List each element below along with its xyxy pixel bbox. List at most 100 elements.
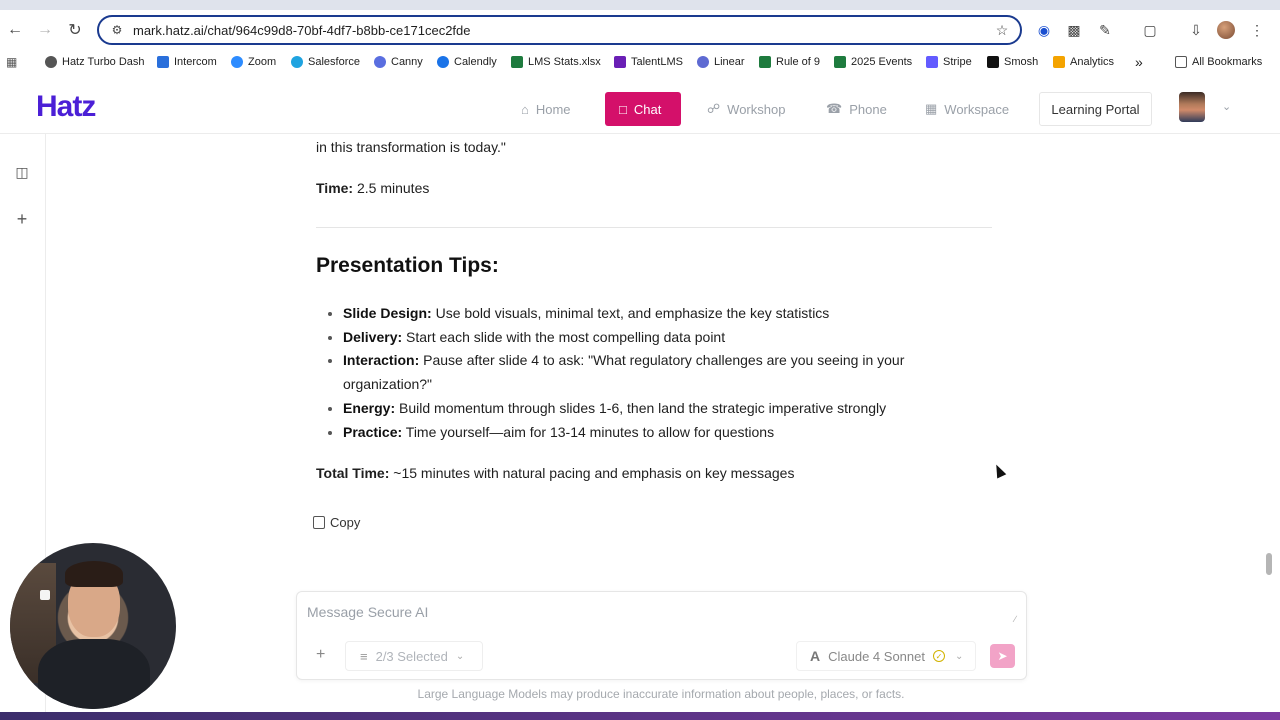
tip-label: Interaction: <box>343 352 420 369</box>
verified-check-icon: ✓ <box>932 650 945 662</box>
anthropic-icon: A <box>810 648 821 664</box>
address-bar-url[interactable]: mark.hatz.ai/chat/964c99d8-70bf-4df7-b8b… <box>133 23 471 38</box>
new-chat-plus-icon[interactable]: + <box>14 209 30 229</box>
list-item: Delivery: Start each slide with the most… <box>316 326 956 350</box>
nav-chat[interactable]: □ Chat <box>605 92 681 126</box>
forward-icon[interactable]: → <box>34 19 56 41</box>
excel-icon <box>511 56 523 68</box>
linear-icon <box>697 56 709 68</box>
browser-menu-icon[interactable]: ⋮ <box>1246 19 1268 41</box>
password-manager-icon[interactable]: ◉ <box>1033 19 1055 41</box>
disclaimer-text: Large Language Models may produce inaccu… <box>417 687 905 701</box>
back-icon[interactable]: ← <box>4 19 26 41</box>
workshop-icon: ☍ <box>707 101 721 116</box>
zoom-icon <box>231 56 243 68</box>
download-icon[interactable]: ⇩ <box>1185 19 1207 41</box>
bookmark-label: Canny <box>391 56 423 68</box>
tip-label: Practice: <box>343 423 403 440</box>
excel-icon <box>834 56 846 68</box>
intercom-icon <box>157 56 169 68</box>
sidebar-toggle-icon[interactable]: ◫ <box>14 164 30 180</box>
bookmark-2025-events[interactable]: 2025 Events <box>834 50 912 74</box>
reload-icon[interactable]: ↻ <box>64 19 86 41</box>
bookmark-smosh[interactable]: Smosh <box>987 50 1038 74</box>
tip-text: Pause after slide 4 to ask: "What regula… <box>343 352 905 393</box>
bookmark-star-icon[interactable]: ☆ <box>994 22 1010 38</box>
bookmark-rule-of-9[interactable]: Rule of 9 <box>759 50 820 74</box>
tab-search-icon[interactable]: ▢ <box>1139 19 1161 41</box>
bookmark-talentlms[interactable]: TalentLMS <box>614 50 683 74</box>
copy-button[interactable]: Copy <box>313 515 360 530</box>
site-settings-icon[interactable]: ⚙ <box>109 22 125 38</box>
chat-icon: □ <box>619 101 627 117</box>
bookmark-calendly[interactable]: Calendly <box>437 50 497 74</box>
quote-tail-text: in this transformation is today." <box>316 139 506 155</box>
total-time-value: ~15 minutes with natural pacing and emph… <box>389 465 795 481</box>
bookmark-salesforce[interactable]: Salesforce <box>291 50 360 74</box>
home-icon: ⌂ <box>521 101 529 117</box>
tip-label: Energy: <box>343 399 396 416</box>
scrollbar-thumb[interactable] <box>1266 553 1272 575</box>
chevron-down-icon: ⌄ <box>954 650 964 662</box>
list-item: Interaction: Pause after slide 4 to ask:… <box>316 349 956 396</box>
all-bookmarks-button[interactable]: All Bookmarks <box>1175 50 1262 74</box>
bookmarks-bar: ▦ Hatz Turbo Dash Intercom Zoom Salesfor… <box>0 50 1280 74</box>
nav-workspace[interactable]: ▦ Workspace <box>925 92 1009 126</box>
bookmark-linear[interactable]: Linear <box>697 50 745 74</box>
extensions-puzzle-icon[interactable]: ✎ <box>1094 19 1116 41</box>
tip-text: Use bold visuals, minimal text, and emph… <box>431 305 830 321</box>
message-input[interactable]: Message Secure AI <box>307 604 428 620</box>
webcam-hair <box>65 561 123 587</box>
send-button[interactable]: ➤ <box>990 644 1015 668</box>
sliders-icon: ≡ <box>360 648 368 664</box>
tools-selector[interactable]: ≡ 2/3 Selected ⌄ <box>345 641 483 671</box>
time-value: 2.5 minutes <box>353 180 430 196</box>
bookmark-label: Zoom <box>248 56 277 68</box>
talentlms-icon <box>614 56 626 68</box>
all-bookmarks-label: All Bookmarks <box>1192 56 1263 68</box>
nav-home[interactable]: ⌂ Home <box>521 92 571 126</box>
browser-profile-avatar[interactable] <box>1217 21 1235 39</box>
bookmark-stripe[interactable]: Stripe <box>926 50 972 74</box>
apps-grid-icon[interactable]: ▦ <box>6 50 17 74</box>
bookmark-lms-stats[interactable]: LMS Stats.xlsx <box>511 50 601 74</box>
tip-label: Delivery: <box>343 328 403 345</box>
learning-portal-button[interactable]: Learning Portal <box>1039 92 1152 126</box>
mouse-cursor-icon <box>991 462 1007 479</box>
workspace-grid-icon: ▦ <box>925 101 938 116</box>
bookmark-intercom[interactable]: Intercom <box>157 50 217 74</box>
bottom-gradient-bar <box>0 712 1280 720</box>
bookmark-canny[interactable]: Canny <box>374 50 423 74</box>
tip-text: Start each slide with the most compellin… <box>402 328 726 345</box>
bookmark-label: Stripe <box>943 56 972 68</box>
tips-list: Slide Design: Use bold visuals, minimal … <box>316 302 956 444</box>
bookmark-hatz-turbo-dash[interactable]: Hatz Turbo Dash <box>45 50 145 74</box>
hatz-logo[interactable]: Hatz <box>36 90 96 124</box>
bookmarks-overflow-button[interactable]: » <box>1135 50 1143 74</box>
time-label: Time: <box>316 180 354 196</box>
nav-phone-label: Phone <box>849 101 887 117</box>
nav-phone[interactable]: ☎ Phone <box>826 92 887 126</box>
bookmark-analytics[interactable]: Analytics <box>1053 50 1114 74</box>
bookmark-label: Hatz Turbo Dash <box>62 56 145 68</box>
nav-workshop[interactable]: ☍ Workshop <box>707 92 785 126</box>
extension-icon[interactable]: ▩ <box>1063 19 1085 41</box>
excel-icon <box>759 56 771 68</box>
message-composer: Message Secure AI ∕ + ≡ 2/3 Selected ⌄ A… <box>296 591 1027 680</box>
add-attachment-icon[interactable]: + <box>316 646 325 664</box>
chevron-down-icon: ⌄ <box>455 650 465 662</box>
user-avatar[interactable] <box>1179 92 1205 122</box>
resize-handle-icon[interactable]: ∕ <box>1014 614 1016 624</box>
app-header: Hatz ⌂ Home □ Chat ☍ Workshop ☎ Phone ▦ Works… <box>0 80 1280 134</box>
bookmark-zoom[interactable]: Zoom <box>231 50 276 74</box>
send-icon: ➤ <box>997 649 1008 663</box>
bookmark-label: Smosh <box>1004 56 1039 68</box>
model-label: Claude 4 Sonnet <box>828 648 925 664</box>
bookmark-label: Linear <box>714 56 745 68</box>
model-selector[interactable]: A Claude 4 Sonnet ✓ ⌄ <box>796 641 976 671</box>
bookmark-label: Analytics <box>1070 56 1115 68</box>
folder-icon <box>1175 56 1187 68</box>
chevron-down-icon[interactable]: ⌄ <box>1222 100 1231 113</box>
bookmark-label: Intercom <box>174 56 217 68</box>
address-bar[interactable]: ⚙ mark.hatz.ai/chat/964c99d8-70bf-4df7-b… <box>97 15 1022 45</box>
